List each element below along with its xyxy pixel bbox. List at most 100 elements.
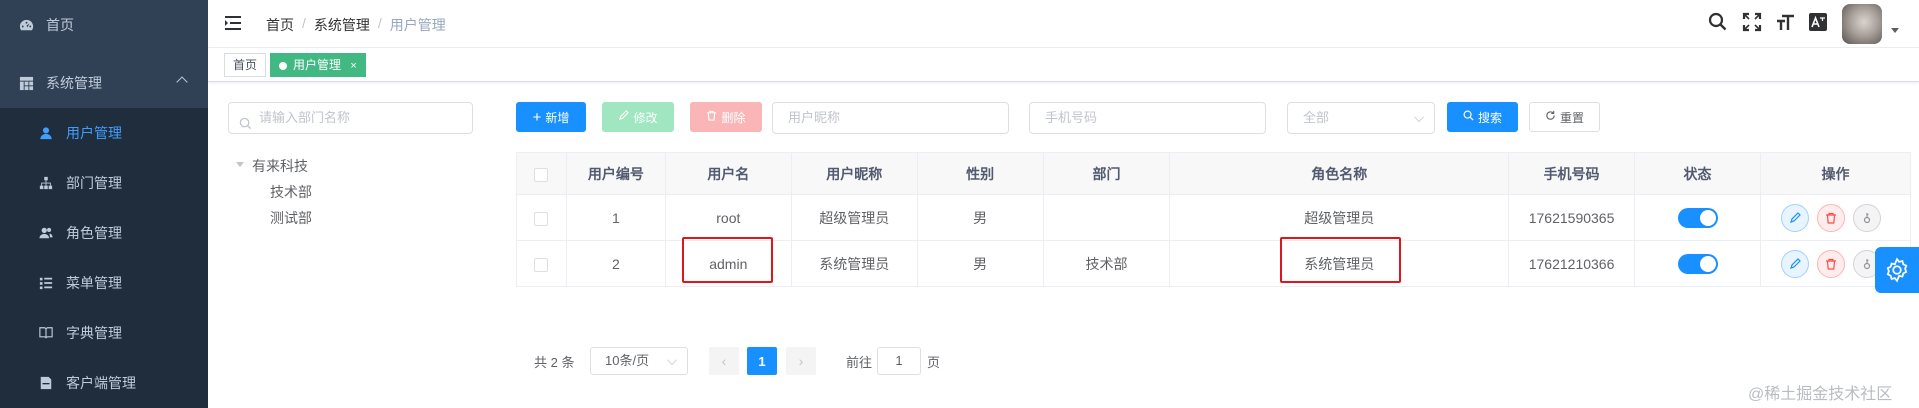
cell-role: 超级管理员	[1169, 194, 1510, 241]
caret-down-icon[interactable]	[236, 162, 244, 167]
fullscreen-icon[interactable]	[1742, 12, 1764, 34]
navbar: 首页 / 系统管理 / 用户管理	[208, 0, 1919, 48]
sidebar-item-label: 客户端管理	[66, 375, 136, 391]
sidebar-item-menus[interactable]: 菜单管理	[0, 258, 208, 308]
avatar[interactable]	[1842, 4, 1882, 44]
row-select-cell	[516, 240, 567, 287]
dept-search-input[interactable]: 请输入部门名称	[228, 102, 473, 134]
tree-node-root[interactable]: 有来科技	[252, 156, 308, 176]
cell-id: 1	[566, 194, 666, 241]
column-header: 性别	[917, 152, 1044, 195]
add-button-label: 新增	[545, 110, 570, 125]
highlight-box-role	[1280, 237, 1401, 283]
row-checkbox[interactable]	[534, 211, 549, 226]
plus-icon: +	[532, 108, 542, 126]
sidebar-item-departments[interactable]: 部门管理	[0, 158, 208, 208]
delete-row-button[interactable]	[1816, 203, 1845, 232]
delete-icon	[1825, 212, 1836, 224]
column-header: 操作	[1760, 152, 1912, 195]
search-button[interactable]: 搜索	[1447, 102, 1518, 132]
sidebar-item-system[interactable]: 系统管理	[0, 58, 208, 108]
edit-row-button[interactable]	[1780, 249, 1809, 278]
caret-down-icon[interactable]	[1891, 28, 1899, 33]
sidebar-item-roles[interactable]: 角色管理	[0, 208, 208, 258]
menu-icon	[38, 275, 54, 291]
sidebar-item-users[interactable]: 用户管理	[0, 108, 208, 158]
chevron-right-icon: ›	[798, 353, 804, 369]
next-page-button[interactable]: ›	[786, 347, 816, 375]
sidebar: 首页 系统管理 用户管理 部门管理 角色管理 菜单管理 字典管理 客户端管理	[0, 0, 208, 408]
edit-icon	[1790, 211, 1801, 223]
prev-page-button[interactable]: ‹	[709, 347, 739, 375]
column-header: 用户名	[665, 152, 792, 195]
phone-input[interactable]: 手机号码	[1029, 102, 1266, 134]
page-number-button[interactable]: 1	[747, 347, 777, 375]
cell-username: root	[665, 194, 792, 241]
tag-users[interactable]: 用户管理 ×	[270, 53, 366, 77]
sidebar-item-label: 用户管理	[66, 125, 122, 141]
nickname-input[interactable]: 用户昵称	[772, 102, 1009, 134]
highlight-box-username	[682, 237, 773, 283]
dashboard-icon	[18, 17, 34, 33]
sidebar-item-dictionary[interactable]: 字典管理	[0, 308, 208, 358]
pagination-goto-input[interactable]: 1	[877, 347, 921, 375]
client-icon	[38, 375, 54, 391]
settings-button[interactable]	[1875, 247, 1919, 293]
edit-button[interactable]: 修改	[602, 102, 674, 132]
pagination-page-unit: 页	[927, 355, 941, 370]
sidebar-item-clients[interactable]: 客户端管理	[0, 358, 208, 408]
font-size-icon[interactable]	[1776, 12, 1798, 34]
chevron-down-icon	[667, 355, 677, 365]
column-header: 用户昵称	[791, 152, 918, 195]
language-icon[interactable]	[1808, 12, 1830, 34]
column-header: 部门	[1043, 152, 1171, 195]
search-icon[interactable]	[1708, 12, 1730, 34]
cell-status	[1634, 194, 1761, 241]
breadcrumb-separator: /	[302, 15, 306, 31]
status-switch[interactable]	[1677, 253, 1718, 274]
cell-gender: 男	[917, 240, 1044, 287]
breadcrumb-home[interactable]: 首页	[266, 15, 294, 35]
reset-button[interactable]: 重置	[1529, 102, 1600, 132]
book-icon	[38, 325, 54, 341]
cell-dept	[1043, 194, 1171, 241]
cell-status	[1634, 240, 1761, 287]
watermark: @稀土掘金技术社区	[1748, 386, 1893, 403]
tag-home[interactable]: 首页	[224, 53, 267, 77]
delete-button-label: 删除	[721, 110, 746, 125]
nickname-placeholder: 用户昵称	[788, 110, 841, 125]
tree-node-child[interactable]: 测试部	[270, 208, 312, 228]
reset-password-button[interactable]	[1852, 203, 1881, 232]
search-icon	[239, 111, 253, 130]
close-icon[interactable]: ×	[350, 60, 356, 72]
delete-button[interactable]: 删除	[690, 102, 762, 132]
breadcrumb: 首页 / 系统管理 / 用户管理	[266, 15, 446, 35]
key-icon	[1863, 212, 1870, 223]
row-checkbox[interactable]	[534, 257, 549, 272]
breadcrumb-system[interactable]: 系统管理	[314, 15, 370, 35]
column-header: 角色名称	[1169, 152, 1510, 195]
cell-phone: 17621590365	[1508, 194, 1636, 241]
page-size-select[interactable]: 10条/页	[590, 347, 688, 375]
column-header: 手机号码	[1508, 152, 1636, 195]
table-header-row: 用户编号 用户名 用户昵称 性别 部门 角色名称 手机号码 状态 操作	[516, 152, 1912, 195]
status-switch[interactable]	[1677, 207, 1718, 228]
edit-icon	[618, 110, 630, 124]
cell-gender: 男	[917, 194, 1044, 241]
sidebar-item-home[interactable]: 首页	[0, 0, 208, 50]
user-icon	[38, 125, 54, 141]
tag-label: 用户管理	[293, 58, 342, 72]
delete-row-button[interactable]	[1816, 249, 1845, 278]
select-all-checkbox[interactable]	[534, 167, 549, 182]
search-icon	[1463, 110, 1474, 124]
cell-phone: 17621210366	[1508, 240, 1636, 287]
add-button[interactable]: + 新增	[516, 102, 586, 132]
chevron-down-icon	[1414, 112, 1424, 122]
tree-node-child[interactable]: 技术部	[270, 182, 312, 202]
hamburger-icon[interactable]	[224, 14, 244, 34]
tree-icon	[38, 175, 54, 191]
cell-id: 2	[566, 240, 666, 287]
status-select[interactable]: 全部	[1287, 102, 1435, 134]
tags-view: 首页 用户管理 ×	[208, 48, 1919, 82]
edit-row-button[interactable]	[1780, 203, 1809, 232]
